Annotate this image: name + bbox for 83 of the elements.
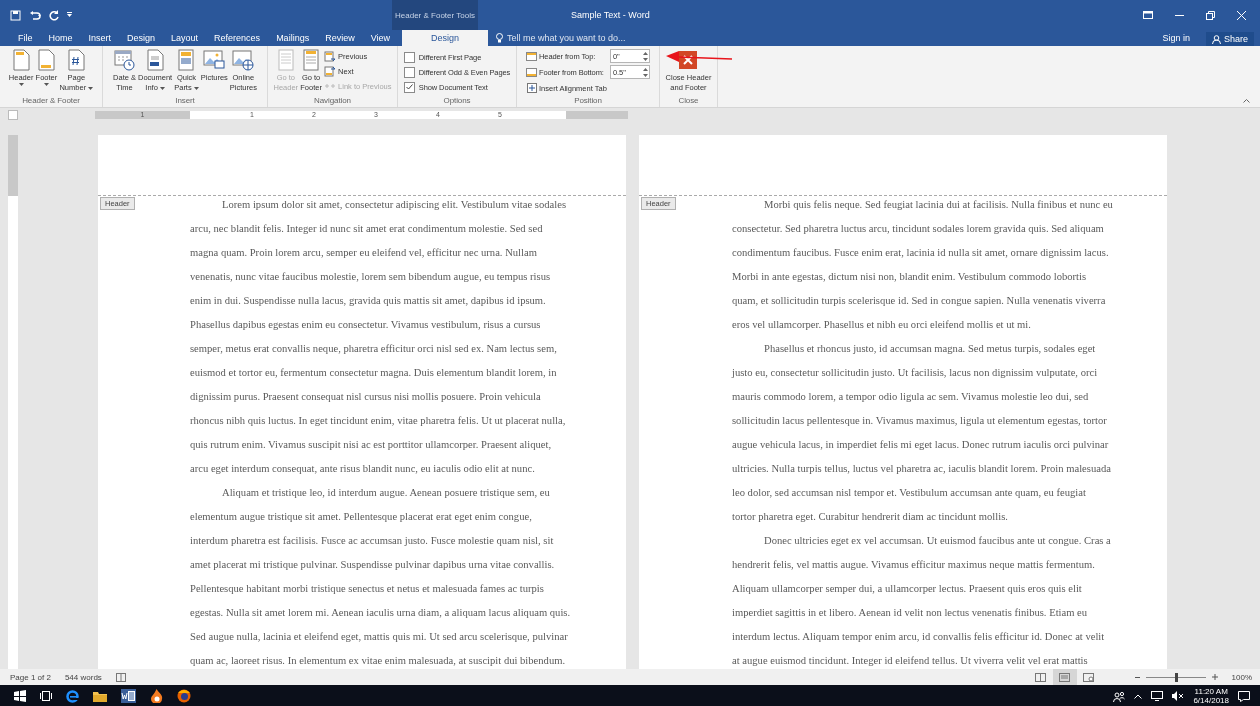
picture-globe-icon: [232, 49, 255, 71]
ruler-margin: [566, 111, 628, 119]
ribbon-tab[interactable]: Design: [402, 30, 488, 46]
group-label: Navigation: [313, 96, 352, 107]
people-icon[interactable]: [1113, 690, 1126, 702]
undo-icon[interactable]: [29, 9, 41, 21]
ribbon-tab[interactable]: Insert: [80, 30, 120, 46]
page-margin-icon: [526, 51, 537, 61]
caret-icon: [18, 83, 24, 86]
group-label: Position: [573, 96, 603, 107]
caret-icon: [159, 87, 165, 90]
clock-time: 11:20 AM: [1194, 687, 1228, 696]
sign-in-link[interactable]: Sign in: [1154, 30, 1198, 46]
group-label: Insert: [174, 96, 196, 107]
checkbox[interactable]: [403, 81, 415, 93]
zoom-level: 100%: [1231, 672, 1252, 682]
spin-arrows-icon: [642, 50, 649, 62]
globe-icon[interactable]: [177, 689, 191, 703]
calendar-clock-icon: [113, 49, 136, 71]
zoom-slider-thumb[interactable]: [1174, 672, 1178, 682]
lightbulb-icon: [496, 33, 503, 43]
folder-icon[interactable]: [93, 690, 107, 702]
picture-icon: [203, 49, 226, 71]
zoom-in-icon[interactable]: [1211, 674, 1218, 680]
word-document-icon[interactable]: [121, 689, 136, 703]
close-icon[interactable]: [1237, 10, 1246, 20]
speaker-muted-icon[interactable]: [1172, 691, 1185, 701]
view-button[interactable]: [1052, 669, 1077, 685]
caret-icon: [43, 83, 49, 86]
ribbon-tab[interactable]: Design: [119, 30, 164, 46]
web-layout-icon: [1083, 672, 1095, 682]
tell-me-field[interactable]: Tell me what you want to do...: [496, 30, 626, 46]
redo-icon[interactable]: [49, 9, 59, 21]
network-icon[interactable]: [1151, 691, 1164, 701]
windows-logo-icon[interactable]: [14, 690, 26, 702]
customize-caret-icon[interactable]: [67, 12, 72, 18]
ribbon-tab[interactable]: Review: [317, 30, 363, 46]
checkbox[interactable]: [403, 51, 415, 63]
chevron-up-icon[interactable]: [1134, 693, 1143, 699]
browser-icon[interactable]: [66, 689, 79, 703]
person-icon: [1211, 34, 1221, 44]
ribbon-display-icon[interactable]: [1143, 11, 1153, 19]
word-count: 544 words: [64, 672, 102, 682]
task-view-icon[interactable]: [40, 691, 52, 701]
caret-icon: [88, 87, 94, 90]
notification-icon[interactable]: [1238, 690, 1250, 702]
group-label: Header & Footer: [21, 96, 81, 107]
ribbon-tab[interactable]: Home: [40, 30, 81, 46]
paragraph: Donec ultricies eget ex vel accumsan. Ut euismod faucibus ante ut congue. Cras a hendrerit felis, vel mattis augue. Vivamus efficitur maximus neque mattis fermentum. Aliquam ullamcorper semper dui, a ullamcorper lectus. Praesent quis eros quis elit imperdiet sagittis in et libero. Aenean id velit non lectus venenatis finibus. Etiam eu interdum lectus. Aliquam tempor enim arcu, id convallis felis efficitur id. Donec at velit at augue euismod tincidunt. Integer id eleifend tellus. Ut viverra velit vel erat mattis: [732, 534, 1112, 668]
ribbon-tab[interactable]: File: [10, 30, 41, 46]
page-icon: [10, 49, 33, 71]
annotation-arrow: [664, 50, 734, 64]
group-label: Close: [677, 96, 700, 107]
ribbon-tab[interactable]: Mailings: [268, 30, 318, 46]
window-title: Sample Text - Word: [570, 10, 651, 20]
ribbon-tab[interactable]: References: [206, 30, 269, 46]
paragraph: Morbi quis felis neque. Sed feugiat lacinia dui at facilisis. Nulla finibus et nunc eu consectetur. Sed pharetra luctus arcu, tincidunt sodales lorem gravida quis. Sed aliquam condimentum faucibus. Fusce enim erat, lacinia id nulla sit amet, ornare dignissim lacus. Morbi in ante egestas, dictum nisi non, blandit enim. Vestibulum commodo lobortis quam, et sollicitudin turpis scelerisque id. Sed in congue sapien. Nulla venenatis viverra eros vel ullamcorper. Phasellus et nibh eu orci eleifend mollis et ut mi.: [732, 198, 1114, 332]
page-icon: [65, 49, 88, 71]
ribbon-tab[interactable]: Layout: [163, 30, 207, 46]
read-mode-icon: [1035, 672, 1047, 682]
ribbon-tab[interactable]: View: [362, 30, 398, 46]
page-count: Page 1 of 2: [10, 672, 51, 682]
document-icon: [144, 49, 167, 71]
group-label: Options: [442, 96, 472, 107]
flame-icon[interactable]: [150, 689, 163, 703]
collapse-ribbon-icon[interactable]: [1243, 98, 1250, 103]
checkbox[interactable]: [403, 66, 415, 78]
clock-date: 6/14/2018: [1193, 696, 1229, 705]
spin-arrows-icon: [642, 66, 649, 78]
contextual-tab-group-label: Header & Footer Tools: [392, 0, 478, 30]
paragraph: Phasellus et rhoncus justo, id accumsan magna. Sed metus turpis, sodales eget justo eu, consectetur sollicitudin justo. Ut facilisis, lacus non dignissim vulputate, orci mauris commodo lorem, a tempor odio ligula ac sem. Vivamus molestie leo dui, sed sollicitudin lacus pellentesque in. Vivamus maximus, ligula ut elementum egestas, tortor augue vehicula lacus, in imperdiet felis mi eget lacus. Donec rutrum iaculis orci pulvinar ultricies. Nulla turpis tellus, luctus vel pharetra ac, iaculis blandit lorem. Proin malesuada leo dolor, sed accumsan nisl tempor et. Vestibulum accumsan ante quam, eu feugiat tortor pharetra eget. Curabitur hendrerit diam ac tincidunt mollis.: [732, 342, 1112, 524]
page-margin-icon: [526, 67, 537, 77]
restore-icon[interactable]: [1206, 10, 1215, 20]
print-layout-icon: [1059, 672, 1071, 682]
page-icon: [35, 49, 58, 71]
plus-box-icon: [527, 83, 537, 93]
proofing-icon[interactable]: [115, 672, 126, 682]
paragraph: Lorem ipsum dolor sit amet, consectetur adipiscing elit. Vestibulum vitae sodales arcu, nec blandit felis. Integer id nunc sit amet erat condimentum molestie. Sed sed magna quam. Proin lorem arcu, semper eu eleifend vel, efficitur nec urna. Nullam venenatis, nunc vitae faucibus molestie, lorem sem bibendum augue, eu tempus risus enim in dui. Suspendisse nulla lacus, gravida quis mattis sit amet, dapibus id ipsum. Phasellus dapibus egestas enim eu consectetur. Vivamus vestibulum, risus a cursus semper, metus erat convallis neque, pharetra efficitur orci nisl sed ex. Nam lectus sem, euismod et tortor eu, fermentum consectetur magna. Duis elementum blandit lorem, in dignissim purus. Praesent consequat nisl cursus nisi mollis posuere. Proin vehicula rhoncus nibh quis luctus. In eget tincidunt enim, vitae pharetra felis. Ut ut placerat nulla, quis rutrum enim. Vivamus suscipit nisi ac est porttitor ullamcorper. Praesent aliquet, arcu eget interdum consequat, ante risus blandit nunc, eu iaculis odio elit at nunc.: [190, 198, 568, 476]
share-button[interactable]: Share: [1205, 32, 1254, 46]
check-icon: [405, 84, 413, 90]
paragraph: Aliquam et tristique leo, id interdum augue. Aenean posuere tristique sem, eu elementum augue tristique sit amet. Pellentesque placerat erat eget enim congue, interdum pharetra est facilisis. Fusce ac accumsan justo. Fusce molestie quam nisl, sit amet placerat mi tristique pulvinar. Suspendisse pulvinar dapibus urna vitae convallis. Pellentesque habitant morbi tristique senectus et netus et malesuada fames ac turpis egestas. Nulla sit amet lorem mi. Aenean iaculis urna diam, a aliquam lacus aliquam quis. Sed augue nulla, lacinia et eleifend eget, mattis quis mi. Ut sed arcu scelerisque, pulvinar quam ac, laoreet risus. In elementum ex vitae enim malesuada, at suscipit dui bibendum.: [190, 486, 572, 668]
save-icon[interactable]: [10, 9, 21, 21]
caret-icon: [193, 87, 199, 90]
